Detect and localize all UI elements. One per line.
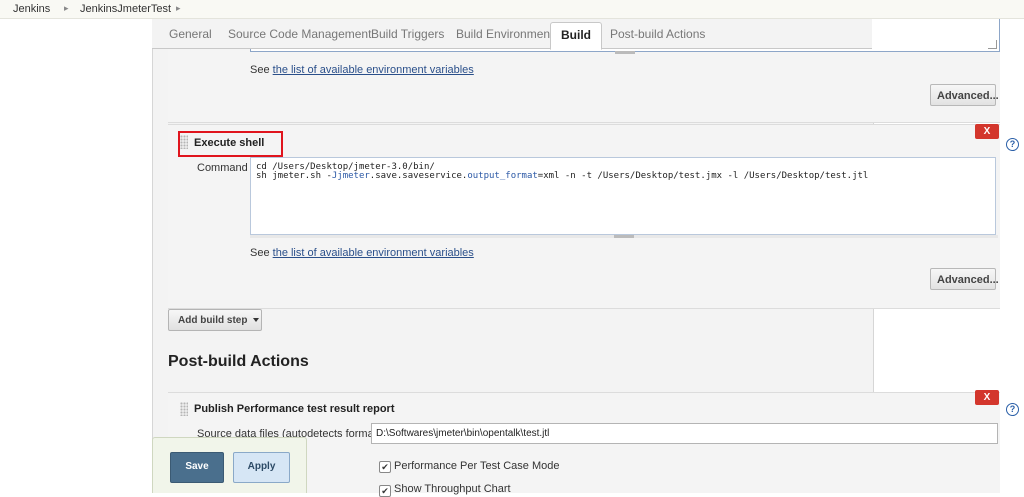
performance-per-test-case-label: Performance Per Test Case Mode bbox=[394, 460, 560, 472]
tab-build-triggers[interactable]: Build Triggers bbox=[371, 27, 444, 41]
post-build-heading: Post-build Actions bbox=[168, 353, 309, 370]
command-line-2b: Jjmeter bbox=[331, 171, 370, 181]
breadcrumb: Jenkins ▸ JenkinsJmeterTest ▸ bbox=[0, 0, 1024, 19]
tab-build[interactable]: Build bbox=[550, 22, 602, 50]
textarea-drag-handle[interactable] bbox=[615, 51, 635, 54]
textarea-drag-handle[interactable] bbox=[614, 235, 634, 238]
command-label: Command bbox=[197, 162, 248, 174]
breadcrumb-separator-icon: ▸ bbox=[176, 3, 181, 13]
add-build-step-button[interactable]: Add build step bbox=[168, 309, 262, 331]
command-line-2a: sh jmeter.sh - bbox=[256, 171, 332, 181]
command-line-2e: =xml -n -t /Users/Desktop/test.jmx -l /U… bbox=[537, 171, 869, 181]
apply-button[interactable]: Apply bbox=[233, 452, 290, 483]
publish-performance-title: Publish Performance test result report bbox=[194, 403, 395, 415]
config-tabbar: General Source Code Management Build Tri… bbox=[152, 19, 872, 50]
execute-shell-title: Execute shell bbox=[194, 137, 265, 149]
drag-grip-icon[interactable] bbox=[180, 402, 188, 416]
resize-grip-icon[interactable] bbox=[988, 40, 997, 49]
right-gutter bbox=[872, 48, 1024, 492]
tab-build-environment[interactable]: Build Environment bbox=[456, 27, 553, 41]
env-vars-link[interactable]: the list of available environment variab… bbox=[273, 247, 474, 259]
env-vars-link[interactable]: the list of available environment variab… bbox=[273, 64, 474, 76]
tab-post-build-actions[interactable]: Post-build Actions bbox=[610, 27, 705, 41]
env-vars-hint: See the list of available environment va… bbox=[250, 64, 474, 76]
save-button[interactable]: Save bbox=[170, 452, 224, 483]
env-vars-hint: See the list of available environment va… bbox=[250, 247, 474, 259]
show-throughput-chart-label: Show Throughput Chart bbox=[394, 483, 511, 495]
tab-source-code-management[interactable]: Source Code Management bbox=[228, 27, 371, 41]
tab-general[interactable]: General bbox=[169, 27, 212, 41]
command-line-2c: .save.saveservice. bbox=[369, 171, 468, 181]
show-throughput-chart-checkbox[interactable]: ✔ bbox=[379, 485, 391, 497]
performance-per-test-case-checkbox[interactable]: ✔ bbox=[379, 461, 391, 473]
caret-down-icon bbox=[253, 318, 260, 323]
breadcrumb-jenkins[interactable]: Jenkins bbox=[13, 3, 50, 15]
breadcrumb-separator-icon: ▸ bbox=[64, 3, 69, 13]
command-line-2d: output_format bbox=[467, 171, 538, 181]
breadcrumb-job[interactable]: JenkinsJmeterTest bbox=[80, 3, 171, 15]
